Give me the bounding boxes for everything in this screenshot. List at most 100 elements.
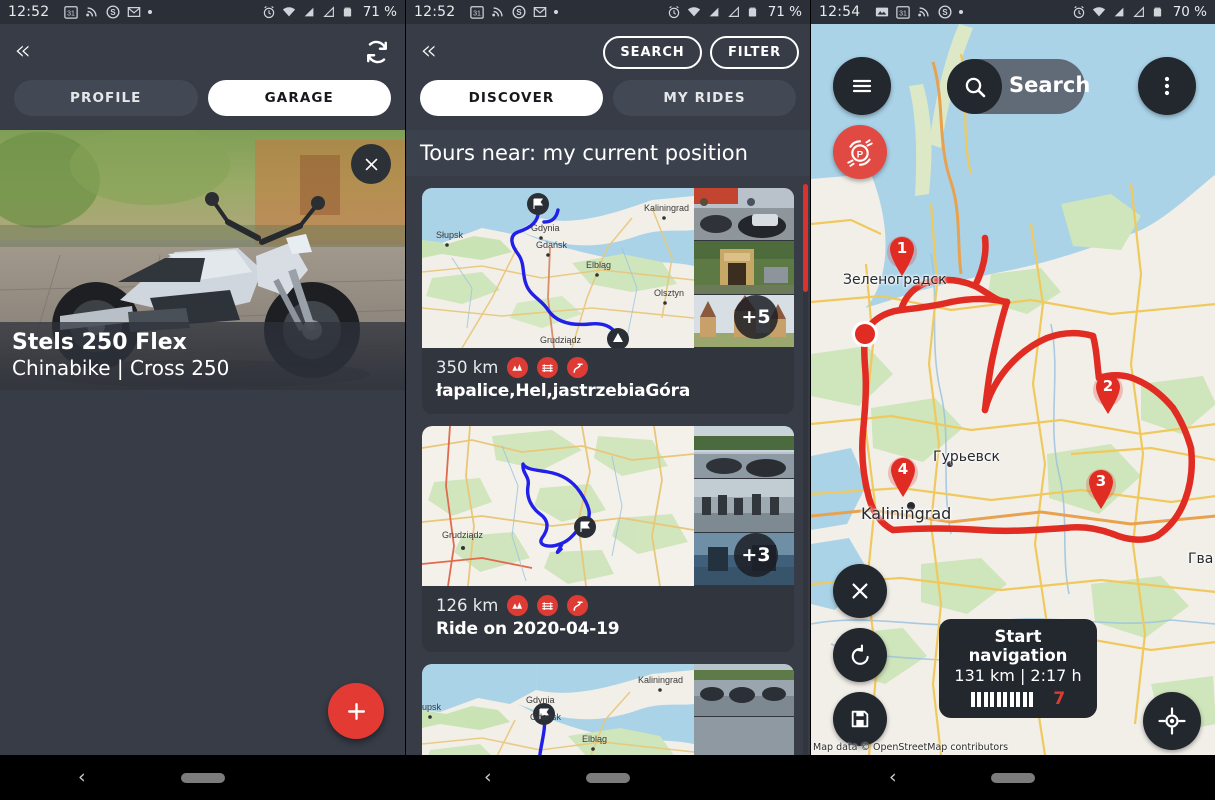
parking-tracker-icon[interactable]: P <box>833 125 887 179</box>
close-icon[interactable] <box>833 564 887 618</box>
hamburger-icon[interactable] <box>833 57 891 115</box>
garage-tabs: PROFILE GARAGE <box>0 80 405 130</box>
tours-list[interactable]: Słupsk Gdynia Gdańsk Elbląg Kaliningrad … <box>406 176 810 766</box>
bike-name: Stels 250 Flex <box>12 329 187 355</box>
tour-photo[interactable]: +5 <box>694 294 794 348</box>
more-vertical-icon[interactable] <box>1138 57 1196 115</box>
waypoint-marker[interactable]: 3 <box>1085 467 1117 509</box>
tab-garage[interactable]: GARAGE <box>207 80 391 116</box>
photo-overflow-badge[interactable]: +5 <box>734 294 778 339</box>
rss-icon <box>85 5 99 19</box>
gmail-icon <box>533 5 547 19</box>
hills-icon <box>507 357 529 378</box>
home-pill[interactable] <box>991 772 1035 783</box>
battery-percent: 70 % <box>1172 4 1207 20</box>
home-pill[interactable] <box>180 772 225 783</box>
status-bar-right: 70 % <box>1072 4 1207 20</box>
home-pill[interactable] <box>586 772 630 783</box>
map-canvas[interactable]: Зеленоградск Гурьевск Kaliningrad Гва Пр… <box>811 24 1215 755</box>
phone-screen-map: 12:54 31 S 70 % Зеленоградск Гурьевск Ka… <box>810 0 1215 800</box>
back-chevron-icon[interactable]: ‹ <box>484 768 492 787</box>
battery-icon <box>747 5 761 19</box>
waypoint-marker[interactable]: 1 <box>886 234 918 276</box>
add-bike-button[interactable] <box>328 683 384 739</box>
back-button[interactable]: « <box>420 36 436 66</box>
scrollbar-thumb[interactable] <box>803 184 808 292</box>
wifi-icon <box>282 5 296 19</box>
undo-icon[interactable] <box>833 628 887 682</box>
tour-photo[interactable] <box>694 188 794 242</box>
svg-text:31: 31 <box>899 11 907 18</box>
search-bar[interactable]: Search <box>947 59 1090 114</box>
status-bar: 12:52 31 S 71 % <box>406 0 810 24</box>
tour-photo[interactable] <box>694 426 794 480</box>
locate-crosshair-icon[interactable] <box>1143 692 1201 750</box>
tour-map-thumbnail: upsk Gdynia Gdańsk Elbląg Kaliningrad <box>422 664 694 766</box>
tour-distance: 126 km <box>436 596 499 615</box>
tour-card[interactable]: Słupsk Gdynia Gdańsk Elbląg Kaliningrad … <box>422 188 794 414</box>
tour-map-thumbnail: Grudziądz <box>422 426 694 586</box>
city-label: Гурьевск <box>933 449 1000 465</box>
back-chevron-icon[interactable]: ‹ <box>78 768 86 787</box>
alarm-icon <box>262 5 276 19</box>
tour-photo-strip[interactable] <box>694 664 794 766</box>
status-bar-left: 12:52 31 S <box>8 4 262 20</box>
tab-my-rides[interactable]: MY RIDES <box>613 80 796 116</box>
back-button[interactable]: « <box>14 36 30 66</box>
bike-subtitle: Chinabike | Cross 250 <box>12 356 230 380</box>
start-navigation-panel[interactable]: Start navigation 131 km | 2:17 h 7 <box>939 619 1097 718</box>
signal-icon <box>707 5 721 19</box>
close-icon[interactable] <box>351 144 391 184</box>
tour-photo[interactable] <box>694 241 794 295</box>
waypoint-marker[interactable]: 2 <box>1092 372 1124 414</box>
svg-text:S: S <box>111 8 116 17</box>
tours-tabs: DISCOVER MY RIDES <box>406 80 810 130</box>
skype-icon: S <box>938 5 952 19</box>
tour-photo-strip[interactable]: +5 <box>694 188 794 348</box>
photo-overflow-badge[interactable]: +3 <box>734 532 778 577</box>
skype-icon: S <box>106 5 120 19</box>
rss-icon <box>917 5 931 19</box>
dot-icon <box>959 10 964 14</box>
svg-text:Elbląg: Elbląg <box>586 260 611 270</box>
tour-photo[interactable]: +3 <box>694 532 794 586</box>
nav-progress-row: 7 <box>949 689 1087 709</box>
tour-photo-strip[interactable]: +3 <box>694 426 794 586</box>
tour-card[interactable]: Grudziądz +3 126 km Ride on 2020-04-19 <box>422 426 794 652</box>
search-placeholder[interactable]: Search <box>1009 73 1090 97</box>
search-button[interactable]: SEARCH <box>603 36 702 69</box>
tab-discover[interactable]: DISCOVER <box>420 80 603 116</box>
tour-card[interactable]: upsk Gdynia Gdańsk Elbląg Kaliningrad <box>422 664 794 766</box>
sync-icon[interactable] <box>363 38 391 66</box>
tour-photo[interactable] <box>694 479 794 533</box>
nav-stats: 131 km | 2:17 h <box>954 666 1082 685</box>
battery-percent: 71 % <box>362 4 397 20</box>
android-navbar: ‹ <box>811 755 1215 800</box>
filter-button[interactable]: FILTER <box>710 36 799 69</box>
svg-text:Olsztyn: Olsztyn <box>654 288 684 298</box>
signal2-icon <box>727 5 741 19</box>
svg-text:S: S <box>517 8 522 17</box>
tour-title: łapalice,Hel,jastrzebiaGóra <box>436 381 691 401</box>
svg-text:Grudziądz: Grudziądz <box>540 335 582 345</box>
tab-profile[interactable]: PROFILE <box>14 80 198 116</box>
svg-text:Kaliningrad: Kaliningrad <box>638 675 683 685</box>
save-disk-icon[interactable] <box>833 692 887 746</box>
bike-caption: Stels 250 Flex Chinabike | Cross 250 <box>0 321 405 390</box>
tour-photo[interactable] <box>694 664 794 718</box>
svg-text:31: 31 <box>473 11 481 18</box>
curvy-road-icon <box>567 595 589 616</box>
svg-text:Grudziądz: Grudziądz <box>442 530 484 540</box>
android-navbar: ‹ <box>0 755 405 800</box>
waypoint-count: 7 <box>1053 689 1066 709</box>
waypoint-marker[interactable]: 4 <box>887 455 919 497</box>
bridge-icon <box>537 595 559 616</box>
tour-media: Grudziądz +3 <box>422 426 794 586</box>
phone-screen-garage: 12:52 31 S 71 % « PROFILE GARAGE Stels 2… <box>0 0 405 800</box>
bike-card[interactable]: Stels 250 Flex Chinabike | Cross 250 <box>0 130 405 390</box>
tour-title: Ride on 2020-04-19 <box>436 619 620 639</box>
search-icon[interactable] <box>947 59 1002 114</box>
svg-text:Elbląg: Elbląg <box>582 734 607 744</box>
back-chevron-icon[interactable]: ‹ <box>889 768 897 787</box>
dot-icon <box>554 10 559 14</box>
